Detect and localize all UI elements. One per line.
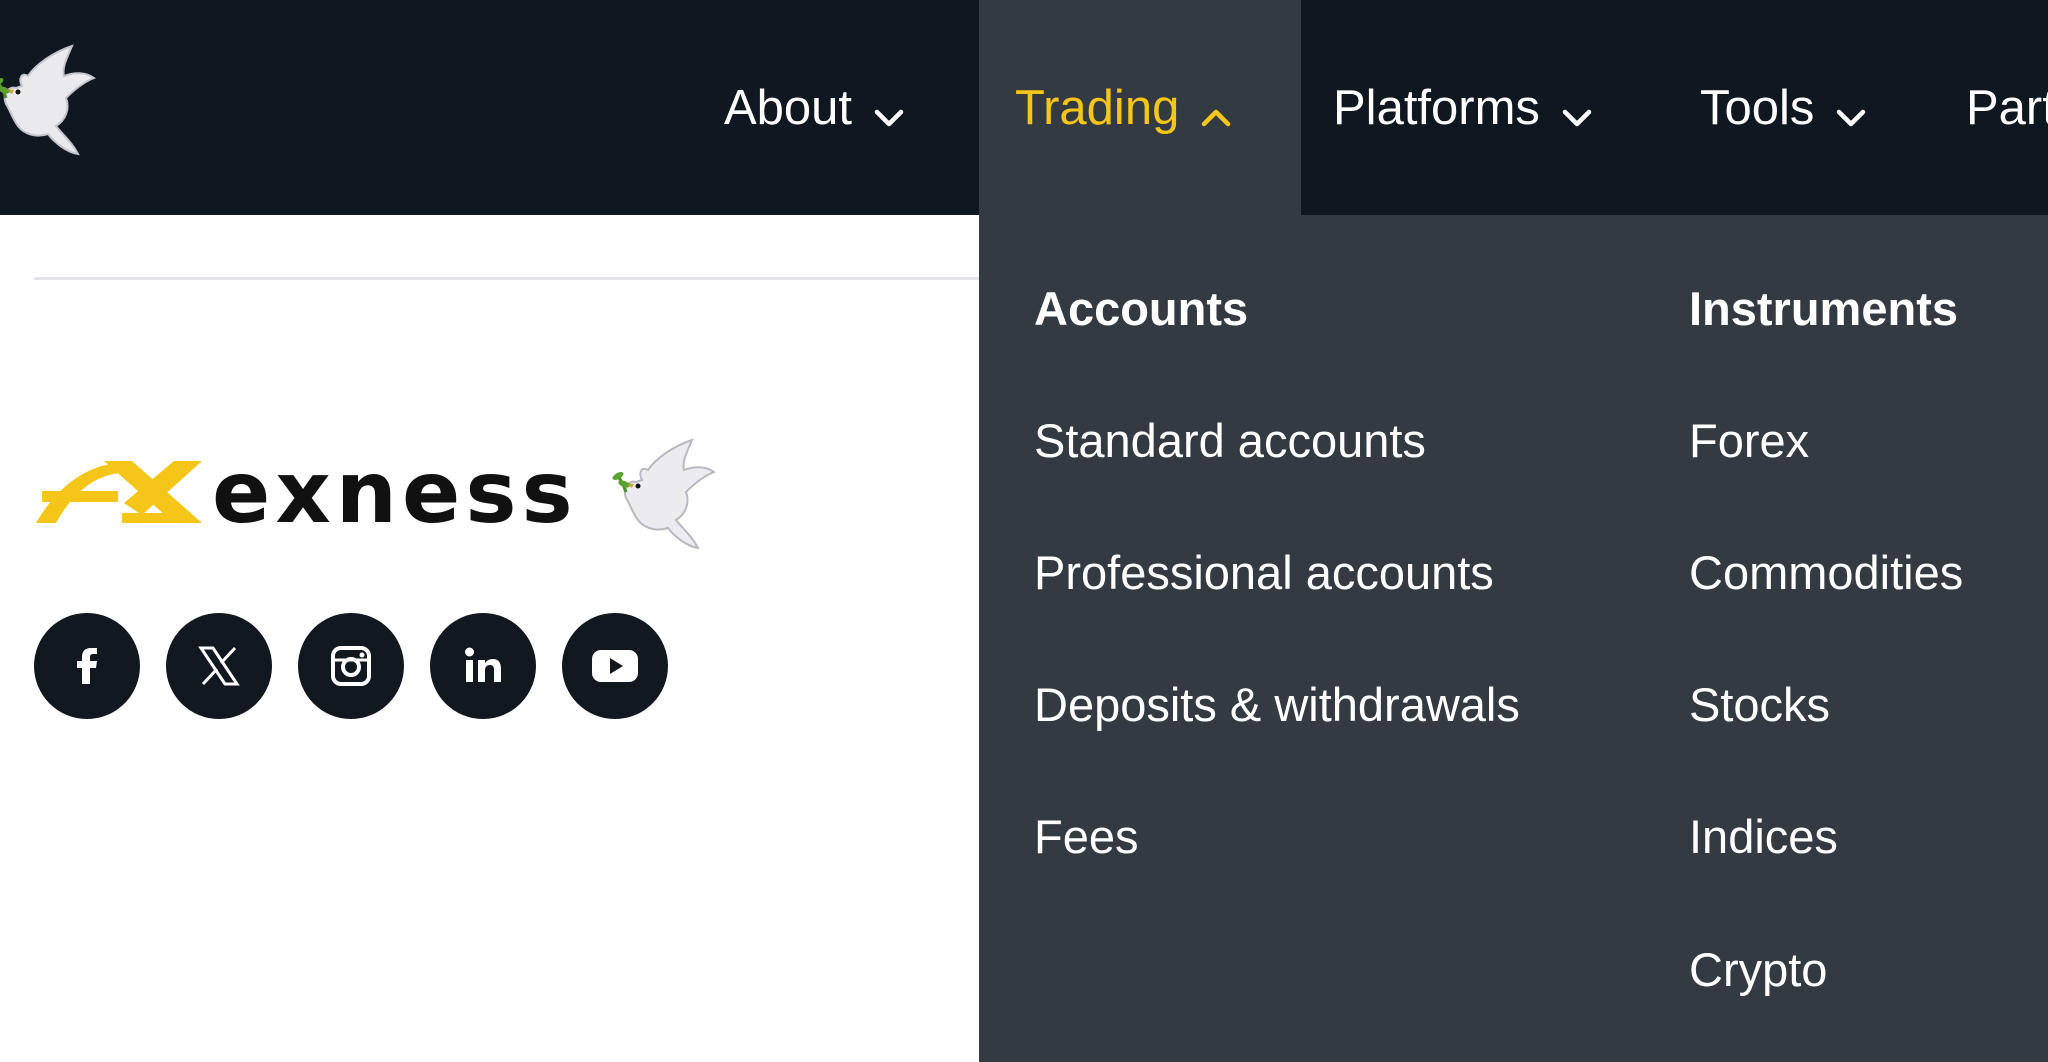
content-divider [34,277,979,280]
menu-link-professional-accounts[interactable]: Professional accounts [1034,545,1494,600]
chevron-down-icon [1834,91,1868,126]
menu-link-deposits-withdrawals[interactable]: Deposits & withdrawals [1034,677,1520,732]
instagram-link[interactable] [298,613,404,719]
social-links [34,613,668,719]
chevron-up-icon [1199,91,1233,126]
dove-icon[interactable] [0,42,110,164]
facebook-link[interactable] [34,613,140,719]
x-icon [197,644,241,688]
nav-trading[interactable]: Trading [979,0,1301,215]
menu-link-commodities[interactable]: Commodities [1689,545,1963,600]
linkedin-link[interactable] [430,613,536,719]
nav-partners[interactable]: Part [1966,0,2048,215]
linkedin-icon [461,644,505,688]
nav-trading-label: Trading [1015,80,1180,135]
exness-logo-mark-icon [34,453,204,533]
x-link[interactable] [166,613,272,719]
menu-link-forex[interactable]: Forex [1689,413,1809,468]
top-navigation-bar: About Trading Platforms Tools Part [0,0,2048,215]
instagram-icon [329,644,373,688]
youtube-icon [590,648,640,684]
exness-logo[interactable]: exness [34,450,578,536]
chevron-down-icon [872,91,906,126]
menu-link-crypto[interactable]: Crypto [1689,942,1827,997]
nav-tools-label: Tools [1700,80,1815,135]
youtube-link[interactable] [562,613,668,719]
nav-partners-label: Part [1966,80,2048,135]
menu-link-stocks[interactable]: Stocks [1689,677,1830,732]
facebook-icon [67,646,107,686]
nav-about-label: About [724,80,853,135]
chevron-down-icon [1560,91,1594,126]
nav-platforms-label: Platforms [1333,80,1540,135]
nav-about[interactable]: About [724,0,906,215]
accounts-heading: Accounts [1034,282,1249,335]
menu-link-standard-accounts[interactable]: Standard accounts [1034,413,1426,468]
menu-link-fees[interactable]: Fees [1034,809,1139,864]
dove-icon [612,436,730,558]
trading-dropdown-menu: Accounts Standard accounts Professional … [979,215,2048,1062]
instruments-heading: Instruments [1689,282,1958,335]
menu-link-indices[interactable]: Indices [1689,809,1838,864]
nav-platforms[interactable]: Platforms [1333,0,1594,215]
brand-name: exness [212,443,578,543]
nav-tools[interactable]: Tools [1700,0,1868,215]
